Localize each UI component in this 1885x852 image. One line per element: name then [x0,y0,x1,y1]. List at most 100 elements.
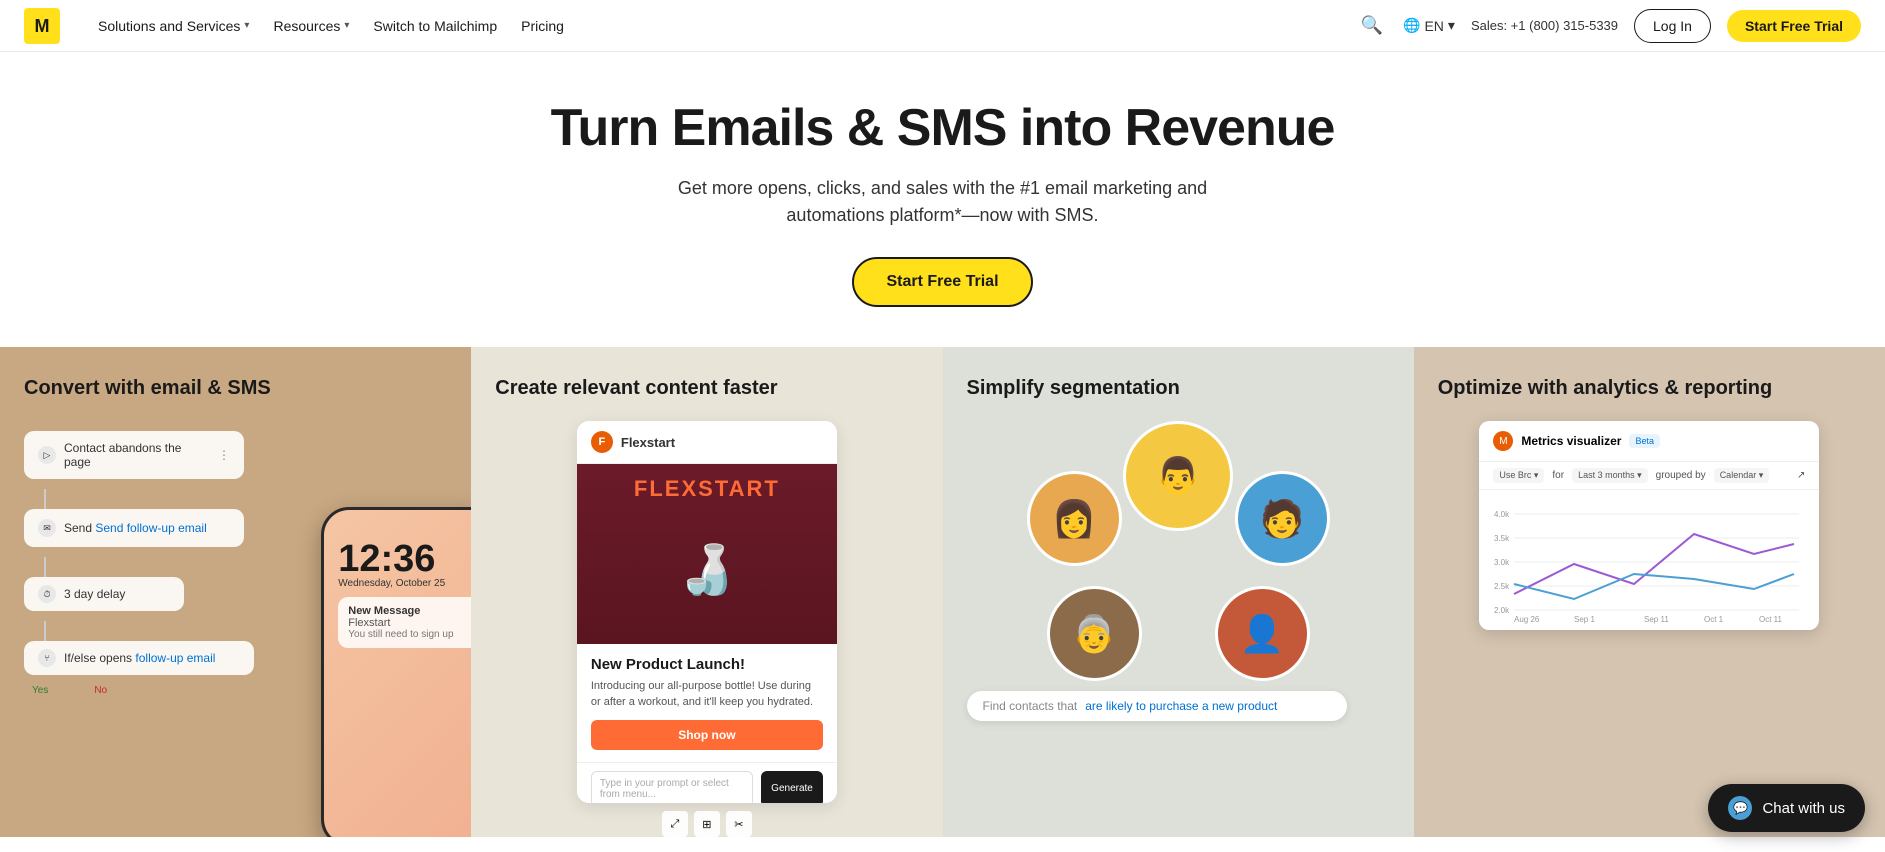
generate-button[interactable]: Generate [761,771,823,803]
chevron-down-icon: ▾ [244,20,249,31]
email-icon: ✉ [38,519,56,537]
automation-step-1: ▷ Contact abandons the page ⋮ [24,431,244,479]
nav-trial-button[interactable]: Start Free Trial [1727,10,1861,42]
promo-image: FLEXSTART 🍶 [577,464,837,644]
login-button[interactable]: Log In [1634,9,1711,43]
analytics-chart-area: 4.0k 3.5k 3.0k 2.5k 2.0k Aug 26 Sep 1 Se… [1479,490,1819,630]
language-selector[interactable]: 🌐 EN ▾ [1403,17,1455,34]
features-section: Convert with email & SMS ▷ Contact aband… [0,347,1885,837]
hero-subtitle: Get more opens, clicks, and sales with t… [663,175,1223,229]
phone-time: 12:36 [338,540,471,578]
layers-icon[interactable]: ⊞ [694,811,720,837]
notif-brand: Flexstart [348,617,471,629]
analytics-logo: M [1493,431,1513,451]
toolbar-export-icon[interactable]: ↗ [1797,470,1805,481]
card-controls: ⤢ ⊞ ✂ [662,811,752,837]
branch-yes: Yes [24,683,56,698]
brand-name: Flexstart [621,435,675,450]
svg-text:2.5k: 2.5k [1494,582,1510,591]
clock-icon: ⏱ [38,585,56,603]
flow-line [44,489,46,509]
toolbar-filter-2[interactable]: Last 3 months ▾ [1572,468,1648,483]
follow-up-link[interactable]: Send follow-up email [95,521,206,535]
chat-label: Chat with us [1762,800,1845,817]
feature-col-content: Create relevant content faster F Flexsta… [471,347,942,837]
feature-col-analytics: Optimize with analytics & reporting M Me… [1414,347,1885,837]
notif-title: New Message [348,605,471,617]
feature-col-email-sms: Convert with email & SMS ▷ Contact aband… [0,347,471,837]
filter-label: Find contacts that [983,699,1078,713]
content-creator-card: F Flexstart FLEXSTART 🍶 New Product Laun… [577,421,837,803]
more-icon: ⋮ [218,448,230,462]
avatar-image-5: 👤 [1218,589,1307,678]
flow-line [44,557,46,577]
branch-no: No [86,683,115,698]
automation-step-2: ✉ Send Send follow-up email [24,509,244,547]
resize-icon[interactable]: ⤢ [662,811,688,837]
svg-text:Oct 1: Oct 1 [1704,615,1724,624]
logo[interactable]: M [24,8,60,44]
svg-text:Oct 11: Oct 11 [1759,615,1783,624]
card-header: F Flexstart [577,421,837,464]
delay-step: ⏱ 3 day delay [24,577,184,611]
nav-item-switch[interactable]: Switch to Mailchimp [363,12,507,40]
play-icon: ▷ [38,446,56,464]
product-desc: Introducing our all-purpose bottle! Use … [591,679,823,710]
brand-logo-circle: F [591,431,613,453]
card-footer: Type in your prompt or select from menu.… [577,762,837,803]
avatar-2: 👩 [1027,471,1122,566]
analytics-toolbar: Use Brc ▾ for Last 3 months ▾ grouped by… [1479,462,1819,490]
nav-links: Solutions and Services ▾ Resources ▾ Swi… [88,12,574,40]
shop-now-button[interactable]: Shop now [591,720,823,750]
phone-screen: 12:36 Wednesday, October 25 New Message … [324,510,471,837]
analytics-card: M Metrics visualizer Beta Use Brc ▾ for … [1479,421,1819,630]
navbar-left: M Solutions and Services ▾ Resources ▾ S… [24,8,574,44]
ifelse-step: ⑂ If/else opens follow-up email [24,641,254,675]
nav-item-solutions[interactable]: Solutions and Services ▾ [88,12,259,40]
avatar-image-1: 👨 [1126,424,1230,528]
avatar-image-2: 👩 [1030,474,1119,563]
avatar-5: 👤 [1215,586,1310,681]
svg-text:Aug 26: Aug 26 [1514,615,1540,624]
chat-widget[interactable]: 💬 Chat with us [1708,784,1865,832]
avatar-image-3: 🧑 [1238,474,1327,563]
nav-item-pricing[interactable]: Pricing [511,12,574,40]
analytics-card-header: M Metrics visualizer Beta [1479,421,1819,462]
analytics-card-title: Metrics visualizer [1521,434,1621,448]
card-body: New Product Launch! Introducing our all-… [577,644,837,762]
feature-title-2: Create relevant content faster [495,375,918,401]
branch-icon: ⑂ [38,649,56,667]
mailchimp-logo-icon: M [24,8,60,44]
crop-icon[interactable]: ✂ [726,811,752,837]
feature-title-1: Convert with email & SMS [24,375,447,401]
toolbar-label-for: for [1552,470,1564,481]
svg-text:Sep 11: Sep 11 [1644,615,1669,624]
toolbar-filter-3[interactable]: Calendar ▾ [1714,468,1770,483]
avatar-1: 👨 [1123,421,1233,531]
search-icon[interactable]: 🔍 [1357,11,1387,40]
avatar-3: 🧑 [1235,471,1330,566]
toolbar-filter-1[interactable]: Use Brc ▾ [1493,468,1544,483]
feature-title-3: Simplify segmentation [967,375,1390,401]
card-promo-area: FLEXSTART 🍶 [577,464,837,644]
nav-item-resources[interactable]: Resources ▾ [263,12,359,40]
phone-date: Wednesday, October 25 [338,578,471,589]
chevron-down-icon: ▾ [1448,17,1455,34]
svg-text:4.0k: 4.0k [1494,510,1510,519]
navbar: M Solutions and Services ▾ Resources ▾ S… [0,0,1885,52]
segmentation-avatars: 👨 👩 🧑 👵 👤 [967,421,1390,681]
ifelse-link[interactable]: follow-up email [135,651,215,665]
hero-trial-button[interactable]: Start Free Trial [852,257,1032,307]
filter-value: are likely to purchase a new product [1085,699,1277,713]
navbar-right: 🔍 🌐 EN ▾ Sales: +1 (800) 315-5339 Log In… [1357,9,1861,43]
segmentation-filter[interactable]: Find contacts that are likely to purchas… [967,691,1348,721]
globe-icon: 🌐 [1403,17,1420,34]
feature-title-4: Optimize with analytics & reporting [1438,375,1861,401]
hero-title: Turn Emails & SMS into Revenue [24,100,1861,157]
chat-bubble-icon: 💬 [1728,796,1752,820]
bottle-image: 🍶 [677,541,737,598]
flow-line [44,621,46,641]
notif-body: You still need to sign up [348,629,471,640]
svg-text:Sep 1: Sep 1 [1574,615,1595,624]
line-chart: 4.0k 3.5k 3.0k 2.5k 2.0k Aug 26 Sep 1 Se… [1493,504,1805,624]
